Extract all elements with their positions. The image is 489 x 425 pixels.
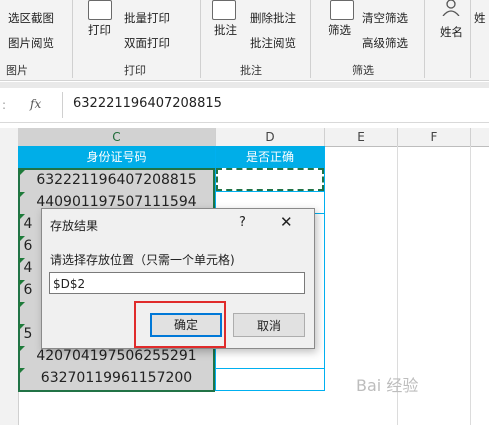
print-button[interactable]: 打印 (88, 22, 111, 38)
location-prompt: 请选择存放位置（只需一个单元格) (50, 253, 235, 267)
comment-preview-button[interactable]: 批注阅览 (250, 35, 296, 51)
grid-line (470, 146, 471, 425)
error-indicator-icon (19, 258, 25, 264)
column-header-d[interactable]: D (216, 128, 325, 147)
grid-line (216, 390, 324, 391)
printer-icon (88, 0, 112, 20)
cell-c2[interactable]: 632221196407208815 (18, 169, 215, 191)
column-header-e[interactable]: E (325, 128, 398, 147)
delete-comment-button[interactable]: 删除批注 (250, 10, 296, 26)
duplex-print-button[interactable]: 双面打印 (124, 35, 170, 51)
formula-bar-divider (0, 82, 489, 88)
formula-value: 632221196407208815 (73, 96, 222, 111)
group-image-title: 图片 (6, 64, 28, 77)
comment-button[interactable]: 批注 (214, 22, 237, 38)
divider (72, 0, 73, 78)
error-indicator-icon (19, 346, 25, 352)
group-filter-title: 筛选 (352, 64, 374, 77)
comment-icon (212, 0, 236, 20)
error-indicator-icon (19, 214, 25, 220)
select-all-corner[interactable] (0, 128, 19, 147)
error-indicator-icon (19, 170, 25, 176)
group-print-title: 打印 (124, 64, 146, 77)
help-icon[interactable]: ? (239, 215, 246, 230)
name-button[interactable]: 姓名 (440, 24, 463, 40)
clear-filter-button[interactable]: 清空筛选 (362, 10, 408, 26)
target-cell-d2[interactable] (216, 168, 324, 191)
cell-d1[interactable]: 是否正确 (216, 146, 324, 168)
grid-line (216, 368, 324, 369)
divider (470, 0, 471, 78)
grid-line (324, 146, 325, 391)
screenshot-selection-button[interactable]: 选区截图 (8, 10, 54, 26)
divider (310, 0, 311, 78)
column-header-g[interactable] (471, 128, 489, 147)
column-header-c[interactable]: C (18, 128, 216, 148)
image-preview-button[interactable]: 图片阅览 (8, 35, 54, 51)
divider (200, 0, 201, 78)
name-partial-label: 姓 生 (474, 11, 489, 25)
formula-input[interactable]: 632221196407208815 (62, 92, 489, 118)
close-icon[interactable]: ✕ (280, 213, 293, 231)
group-comment-title: 批注 (240, 64, 262, 77)
batch-print-button[interactable]: 批量打印 (124, 10, 170, 26)
cell-c10[interactable]: 63270119961157200 (18, 367, 215, 389)
fx-icon[interactable]: fx (30, 97, 41, 111)
error-indicator-icon (19, 280, 25, 286)
error-indicator-icon (19, 324, 25, 330)
filter-button[interactable]: 筛选 (328, 22, 351, 38)
error-indicator-icon (19, 192, 25, 198)
column-header-f[interactable]: F (398, 128, 471, 147)
error-indicator-icon (19, 368, 25, 374)
row-headers[interactable] (0, 146, 19, 425)
highlight-box (134, 301, 226, 348)
watermark: Bai 经验 (356, 376, 419, 395)
dialog-title: 存放结果 (50, 219, 99, 233)
ribbon: 选区截图 图片阅览 图片 打印 批量打印 双面打印 打印 批注 删除批注 批注阅… (0, 0, 489, 81)
filter-icon (330, 0, 354, 20)
divider (424, 0, 425, 78)
cancel-entry-icon[interactable]: : (2, 98, 6, 112)
advanced-filter-button[interactable]: 高级筛选 (362, 35, 408, 51)
cell-c1[interactable]: 身份证号码 (18, 146, 215, 168)
error-indicator-icon (19, 302, 25, 308)
cancel-button[interactable]: 取消 (233, 313, 305, 337)
grid-line (216, 191, 324, 192)
person-icon (442, 0, 460, 17)
error-indicator-icon (19, 236, 25, 242)
location-input[interactable]: $D$2 (49, 272, 305, 294)
